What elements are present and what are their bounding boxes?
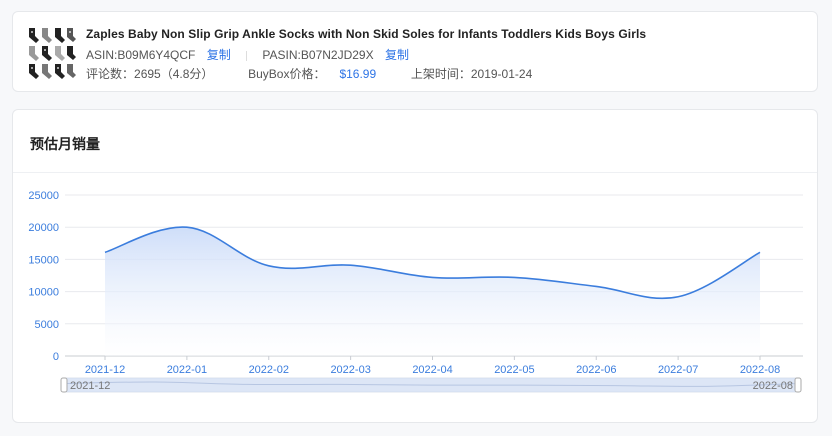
product-stats-row: 评论数：2695（4.8分） BuyBox价格： $16.99 上架时间：2019…	[86, 65, 532, 82]
reviews-label: 评论数：	[86, 67, 135, 81]
product-ids-row: ASIN: B09M6Y4QCF 复制 PASIN: B07N2JD29X 复制	[86, 46, 409, 63]
asin-label: ASIN:	[86, 48, 118, 62]
x-tick-label: 2022-08	[740, 364, 780, 376]
pasin-label: PASIN:	[262, 48, 301, 62]
monthly-sales-chart[interactable]: 0 5000 10000 15000 20000 25000 2021-12 2022-01 2…	[13, 110, 819, 424]
datazoom-end-label: 2022-08	[753, 380, 793, 392]
y-tick-label: 10000	[28, 287, 59, 299]
x-tick-label: 2022-07	[658, 364, 698, 376]
datazoom-end-handle[interactable]	[794, 377, 802, 393]
reviews-value: 2695（4.8分）	[134, 67, 214, 81]
x-tick-label: 2022-04	[412, 364, 452, 376]
x-tick-label: 2022-05	[494, 364, 534, 376]
product-card: Zaples Baby Non Slip Grip Ankle Socks wi…	[12, 11, 818, 92]
listed-date-label: 上架时间：	[410, 67, 471, 81]
datazoom-selection	[63, 378, 799, 392]
y-tick-label: 25000	[28, 190, 59, 202]
x-tick-label: 2022-01	[167, 364, 207, 376]
datazoom-start-handle[interactable]	[60, 377, 68, 393]
buybox-price: $16.99	[339, 67, 377, 81]
y-tick-label: 5000	[35, 319, 59, 331]
y-tick-label: 0	[53, 351, 59, 363]
pasin-value: B07N2JD29X	[300, 48, 374, 62]
datazoom-start-label: 2021-12	[70, 380, 110, 392]
buybox-label: BuyBox价格：	[248, 67, 326, 81]
x-tick-label: 2022-03	[330, 364, 370, 376]
sales-chart-card: 预估月销量 0 5000 10000 15000 20000 25000 2021-12 20…	[12, 109, 818, 423]
x-tick-label: 2021-12	[85, 364, 125, 376]
divider	[246, 50, 248, 61]
y-tick-label: 20000	[28, 222, 59, 234]
listed-date-value: 2019-01-24	[470, 67, 533, 81]
x-tick-label: 2022-06	[576, 364, 616, 376]
product-title[interactable]: Zaples Baby Non Slip Grip Ankle Socks wi…	[86, 27, 646, 41]
copy-asin-button[interactable]: 复制	[207, 46, 231, 63]
y-tick-label: 15000	[28, 254, 59, 266]
copy-pasin-button[interactable]: 复制	[385, 46, 409, 63]
asin-value: B09M6Y4QCF	[117, 48, 196, 62]
socks-product-thumbnail-icon[interactable]	[26, 26, 76, 80]
x-tick-label: 2022-02	[249, 364, 289, 376]
